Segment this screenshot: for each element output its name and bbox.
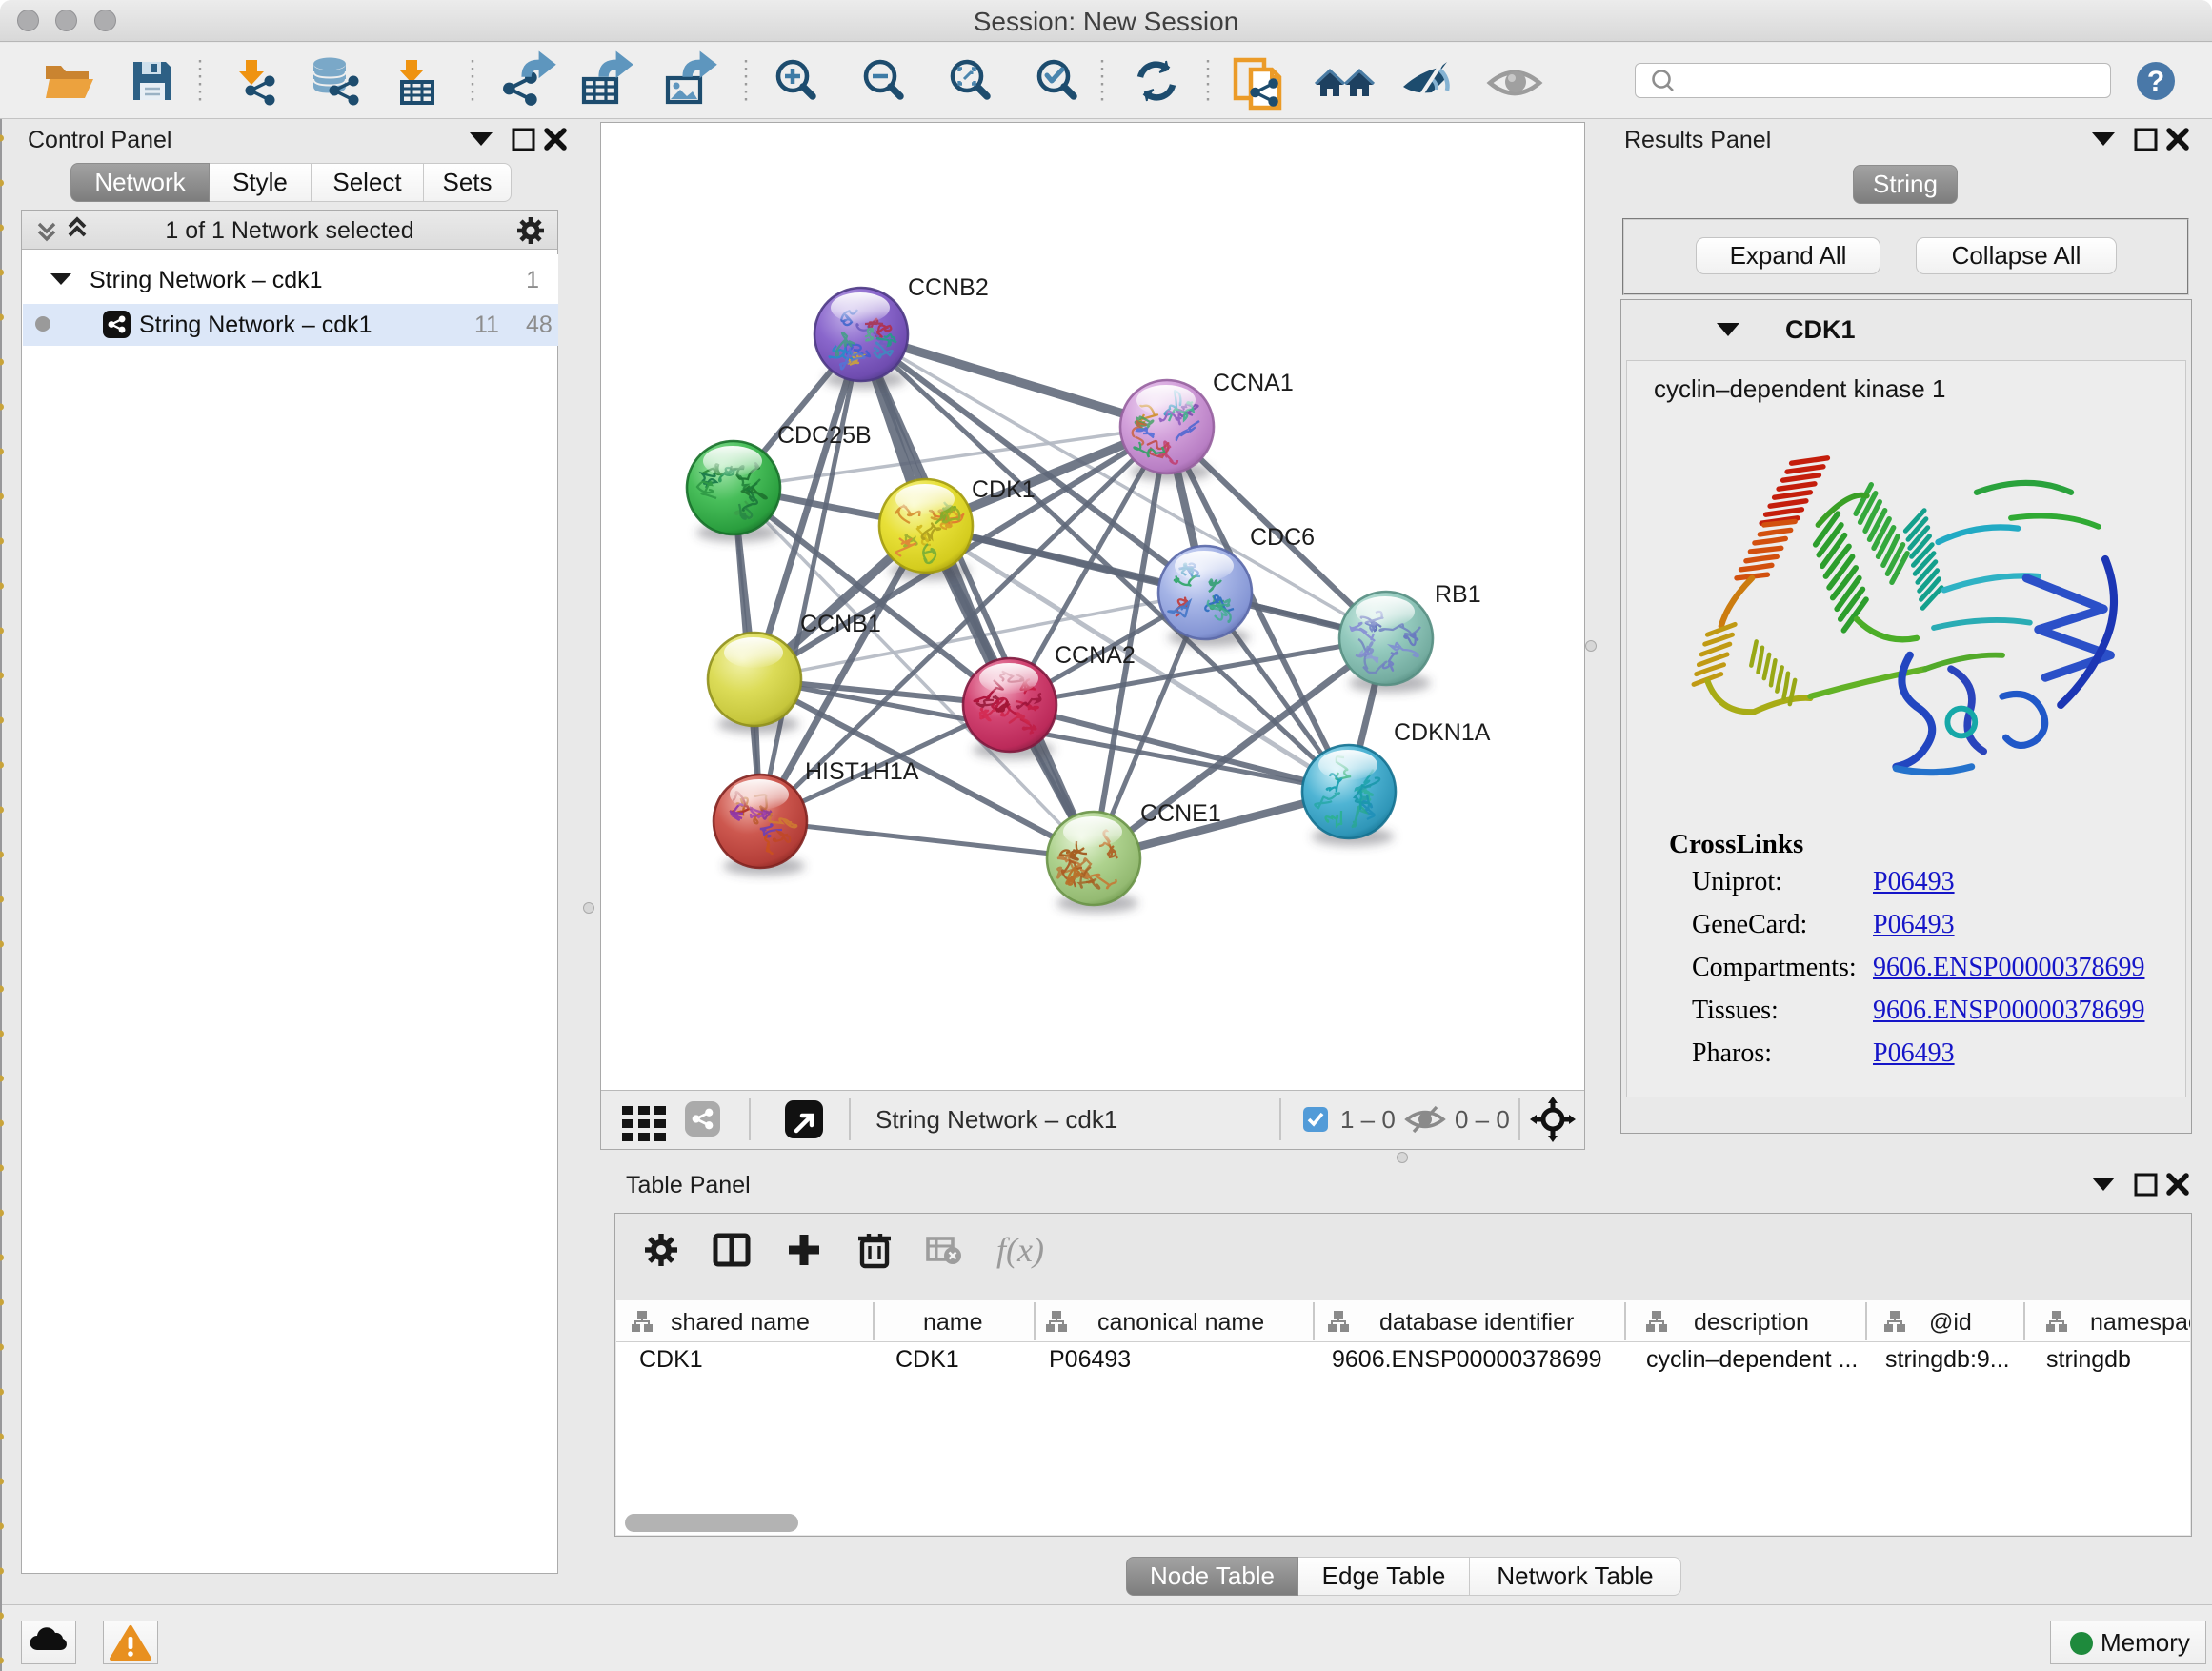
- svg-text:canonical name: canonical name: [1097, 1309, 1264, 1336]
- svg-text:f(x): f(x): [996, 1231, 1044, 1269]
- svg-text:description: description: [1694, 1309, 1809, 1336]
- svg-text:String Network – cdk1: String Network – cdk1: [875, 1105, 1117, 1134]
- svg-text:CCNE1: CCNE1: [1140, 800, 1221, 827]
- svg-text:namespac: namespac: [2090, 1309, 2190, 1336]
- svg-text:HIST1H1A: HIST1H1A: [805, 758, 919, 785]
- svg-text:0 – 0: 0 – 0: [1455, 1105, 1510, 1134]
- svg-text:@id: @id: [1929, 1309, 1972, 1336]
- svg-text:RB1: RB1: [1435, 581, 1481, 608]
- svg-text:CDC25B: CDC25B: [777, 422, 872, 449]
- svg-text:CCNB2: CCNB2: [908, 274, 989, 301]
- svg-text:name: name: [923, 1309, 983, 1336]
- svg-text:1 – 0: 1 – 0: [1340, 1105, 1396, 1134]
- svg-text:database identifier: database identifier: [1379, 1309, 1574, 1336]
- svg-text:shared name: shared name: [671, 1309, 810, 1336]
- svg-text:CDKN1A: CDKN1A: [1394, 719, 1491, 746]
- svg-text:CCNA1: CCNA1: [1213, 370, 1294, 396]
- svg-text:CCNB1: CCNB1: [800, 611, 881, 637]
- svg-text:CDC6: CDC6: [1250, 524, 1315, 551]
- svg-text:CDK1: CDK1: [972, 476, 1036, 503]
- svg-text:?: ?: [2147, 66, 2164, 97]
- svg-text:CCNA2: CCNA2: [1055, 642, 1136, 669]
